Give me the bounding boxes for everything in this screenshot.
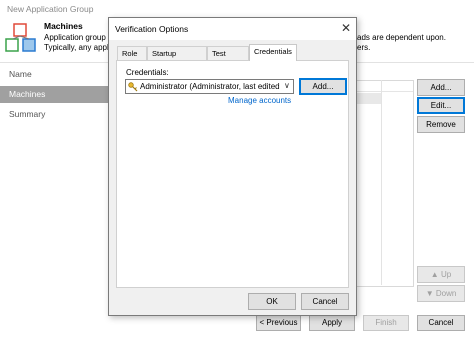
apply-button[interactable]: Apply: [309, 315, 355, 331]
wizard-description-right-line1: ads are dependent upon.: [357, 33, 446, 42]
tab-credentials[interactable]: Credentials: [249, 44, 297, 61]
sidebar-item-name[interactable]: Name: [0, 66, 108, 83]
previous-button[interactable]: < Previous: [256, 315, 301, 331]
chevron-down-icon[interactable]: ∨: [284, 81, 290, 90]
credentials-panel: Credentials: Administrator (Administrato…: [116, 60, 349, 288]
wizard-description-right-line2: ers.: [357, 43, 371, 52]
tab-test-scripts[interactable]: Test Scripts: [207, 46, 249, 72]
move-up-button[interactable]: ▲ Up: [417, 266, 465, 283]
wizard-cancel-button[interactable]: Cancel: [417, 315, 465, 331]
arrow-up-icon: ▲: [430, 270, 439, 279]
add-machine-button[interactable]: Add...: [417, 79, 465, 96]
credentials-dropdown[interactable]: Administrator (Administrator, last edite…: [125, 79, 294, 94]
arrow-down-icon: ▼: [425, 289, 434, 298]
finish-button[interactable]: Finish: [363, 315, 409, 331]
dialog-title: Verification Options: [115, 24, 189, 34]
ok-button[interactable]: OK: [248, 293, 296, 310]
machines-list[interactable]: [355, 80, 414, 287]
list-selected-row[interactable]: [355, 93, 381, 104]
tab-startup-options[interactable]: Startup Options: [147, 46, 207, 72]
wizard-title: New Application Group: [7, 4, 94, 14]
move-down-label: Down: [435, 289, 457, 298]
sidebar-item-summary[interactable]: Summary: [0, 106, 108, 123]
credentials-label: Credentials:: [126, 68, 169, 77]
verification-options-dialog: Verification Options ✕ Role Startup Opti…: [108, 17, 357, 316]
manage-accounts-link[interactable]: Manage accounts: [228, 96, 291, 105]
key-icon: [128, 82, 138, 92]
credentials-value: Administrator (Administrator, last edite…: [140, 82, 280, 91]
sidebar-item-machines[interactable]: Machines: [0, 86, 108, 103]
cancel-button[interactable]: Cancel: [301, 293, 349, 310]
wizard-description-line1: Application group: [44, 33, 106, 42]
close-icon[interactable]: ✕: [341, 21, 351, 35]
move-up-label: Up: [440, 270, 452, 279]
machines-list-header: [355, 80, 413, 92]
wizard-heading: Machines: [44, 21, 83, 31]
list-column-divider: [381, 80, 382, 285]
add-credentials-button[interactable]: Add...: [299, 78, 347, 95]
app-group-icon: [4, 22, 40, 55]
remove-machine-button[interactable]: Remove: [417, 116, 465, 133]
move-down-button[interactable]: ▼ Down: [417, 285, 465, 302]
dialog-titlebar: Verification Options ✕: [109, 18, 356, 40]
edit-machine-button[interactable]: Edit...: [417, 97, 465, 114]
tab-role[interactable]: Role: [117, 46, 147, 60]
